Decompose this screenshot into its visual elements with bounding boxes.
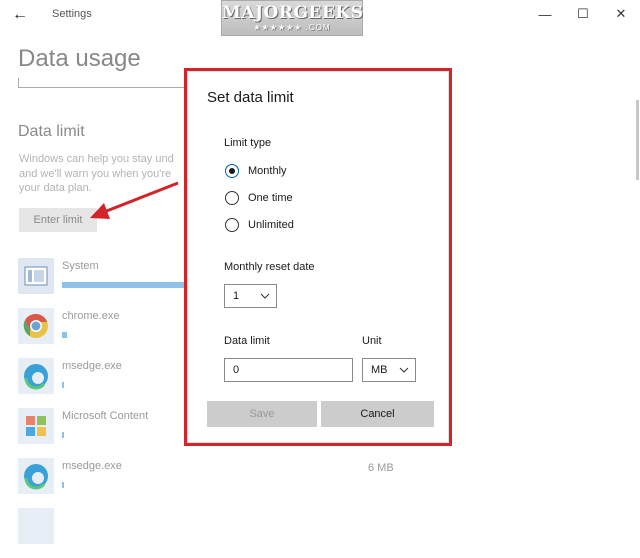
data-limit-label: Data limit	[224, 335, 270, 347]
radio-unchecked-icon	[225, 191, 239, 205]
app-name: System	[62, 260, 99, 272]
unit-label: Unit	[362, 335, 382, 347]
edge-icon	[18, 358, 54, 394]
radio-unlimited[interactable]: Unlimited	[225, 216, 294, 234]
radio-unchecked-icon	[225, 218, 239, 232]
reset-date-label: Monthly reset date	[224, 261, 315, 273]
app-icon	[18, 508, 54, 544]
chevron-down-icon	[399, 367, 409, 373]
radio-label: Monthly	[248, 165, 287, 177]
dialog-title: Set data limit	[207, 89, 294, 106]
radio-monthly[interactable]: Monthly	[225, 162, 287, 180]
reset-date-select[interactable]: 1	[224, 284, 277, 308]
usage-bar	[62, 282, 184, 288]
reset-date-value: 1	[233, 290, 240, 302]
app-usage-row[interactable]: msedge.exe 6 MB	[18, 458, 458, 508]
radio-label: One time	[248, 192, 293, 204]
microsoft-icon	[18, 408, 54, 444]
data-limit-value: 0	[233, 364, 240, 376]
usage-bar	[62, 382, 64, 388]
app-name: chrome.exe	[62, 310, 120, 322]
usage-bar	[62, 332, 67, 338]
save-button[interactable]: Save	[207, 401, 317, 427]
set-data-limit-dialog: Set data limit Limit type Monthly One ti…	[184, 68, 452, 446]
chevron-down-icon	[260, 293, 270, 299]
cancel-button[interactable]: Cancel	[321, 401, 434, 427]
radio-checked-icon	[225, 164, 239, 178]
edge-icon	[18, 458, 54, 494]
app-name: Microsoft Content	[62, 410, 149, 422]
limit-type-label: Limit type	[224, 137, 272, 149]
usage-bar	[62, 432, 64, 438]
unit-select[interactable]: MB	[362, 358, 416, 382]
scrollbar[interactable]	[636, 100, 639, 180]
chrome-icon	[18, 308, 54, 344]
radio-label: Unlimited	[248, 219, 294, 231]
app-name: msedge.exe	[62, 360, 122, 372]
dialog-body: Set data limit Limit type Monthly One ti…	[187, 71, 449, 443]
data-limit-input[interactable]: 0	[224, 358, 353, 382]
radio-one-time[interactable]: One time	[225, 189, 293, 207]
usage-bar	[62, 482, 64, 488]
system-icon	[18, 258, 54, 294]
unit-value: MB	[371, 364, 388, 376]
app-size: 6 MB	[368, 462, 394, 474]
app-name: msedge.exe	[62, 460, 122, 472]
app-usage-row[interactable]	[18, 508, 458, 558]
